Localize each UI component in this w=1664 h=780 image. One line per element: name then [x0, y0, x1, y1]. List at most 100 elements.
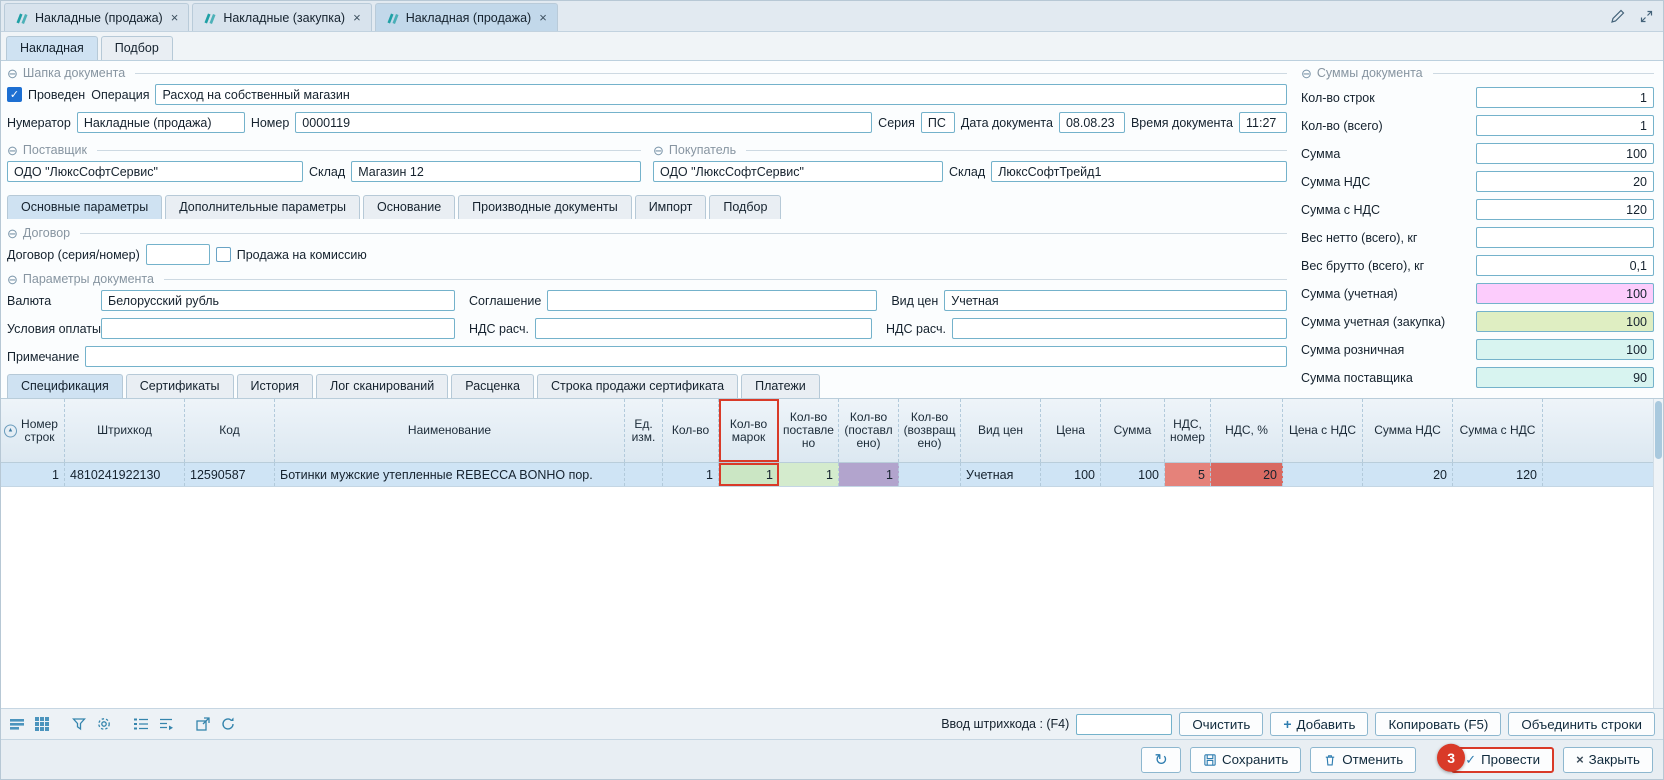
- numbered-list-icon[interactable]: [132, 715, 150, 733]
- col-header-marks-qty[interactable]: Кол-во марок: [719, 399, 779, 462]
- cell-delivered-qty-2[interactable]: 1: [839, 463, 899, 486]
- window-tab-sales-invoices[interactable]: Накладные (продажа) ×: [4, 3, 189, 31]
- currency-input[interactable]: Белорусский рубль: [101, 290, 455, 311]
- buyer-warehouse-input[interactable]: ЛюксСофтТрейд1: [991, 161, 1287, 182]
- cell-sum[interactable]: 100: [1101, 463, 1165, 486]
- col-header-unit[interactable]: Ед. изм.: [625, 399, 663, 462]
- close-tab-icon[interactable]: ×: [539, 10, 547, 25]
- window-tab-purchase-invoices[interactable]: Накладные (закупка) ×: [192, 3, 371, 31]
- contract-number-input[interactable]: [146, 244, 210, 265]
- tab-invoice[interactable]: Накладная: [6, 36, 98, 60]
- col-header-delivered-qty-2[interactable]: Кол-во (поставлено): [839, 399, 899, 462]
- float-window-icon[interactable]: [1637, 7, 1655, 25]
- cell-vat-number[interactable]: 5: [1165, 463, 1211, 486]
- post-button[interactable]: 3 ✓ Провести: [1451, 747, 1554, 773]
- price-type-input[interactable]: Учетная: [944, 290, 1287, 311]
- cell-price-type[interactable]: Учетная: [961, 463, 1041, 486]
- col-header-code[interactable]: Код: [185, 399, 275, 462]
- sum-supplier[interactable]: 90: [1476, 367, 1654, 388]
- open-external-icon[interactable]: [194, 715, 212, 733]
- col-header-sum[interactable]: Сумма: [1101, 399, 1165, 462]
- col-header-sum-with-vat[interactable]: Сумма с НДС: [1453, 399, 1543, 462]
- cell-barcode[interactable]: 4810241922130: [65, 463, 185, 486]
- cell-vat-percent[interactable]: 20: [1211, 463, 1283, 486]
- supplier-name-input[interactable]: ОДО "ЛюксСофтСервис": [7, 161, 303, 182]
- cell-qty[interactable]: 1: [663, 463, 719, 486]
- tab-payments[interactable]: Платежи: [741, 374, 820, 398]
- clear-button[interactable]: Очистить: [1179, 712, 1263, 736]
- gross-weight[interactable]: 0,1: [1476, 255, 1654, 276]
- tab-basis[interactable]: Основание: [363, 195, 455, 219]
- col-header-delivered-qty[interactable]: Кол-во поставлено: [779, 399, 839, 462]
- collapse-group-icon[interactable]: ⊖: [7, 227, 18, 240]
- merge-rows-button[interactable]: Объединить строки: [1508, 712, 1655, 736]
- collapse-group-icon[interactable]: ⊖: [1301, 67, 1312, 80]
- list-collapse-icon[interactable]: [157, 715, 175, 733]
- table-scrollbar[interactable]: [1653, 399, 1663, 708]
- posted-checkbox[interactable]: ✓: [7, 87, 22, 102]
- cell-row-number[interactable]: 1: [1, 463, 65, 486]
- col-header-returned-qty[interactable]: Кол-во (возвращено): [899, 399, 961, 462]
- tab-additional-parameters[interactable]: Дополнительные параметры: [165, 195, 360, 219]
- vat-calc-input-1[interactable]: [535, 318, 872, 339]
- tab-history[interactable]: История: [237, 374, 313, 398]
- cell-returned-qty[interactable]: [899, 463, 961, 486]
- tab-certificate-sale-line[interactable]: Строка продажи сертификата: [537, 374, 738, 398]
- save-button[interactable]: Сохранить: [1190, 747, 1301, 773]
- col-header-price-type[interactable]: Вид цен: [961, 399, 1041, 462]
- edit-icon[interactable]: [1609, 7, 1627, 25]
- add-row-button[interactable]: +Добавить: [1270, 712, 1368, 736]
- collapse-group-icon[interactable]: ⊖: [7, 67, 18, 80]
- col-header-vat-number[interactable]: НДС, номер: [1165, 399, 1211, 462]
- tab-selection2[interactable]: Подбор: [709, 195, 781, 219]
- col-header-qty[interactable]: Кол-во: [663, 399, 719, 462]
- tab-derived-documents[interactable]: Производные документы: [458, 195, 632, 219]
- close-tab-icon[interactable]: ×: [353, 10, 361, 25]
- cell-marks-qty[interactable]: 1: [719, 463, 779, 486]
- view-list-icon[interactable]: [8, 715, 26, 733]
- net-weight[interactable]: [1476, 227, 1654, 248]
- tab-import[interactable]: Импорт: [635, 195, 707, 219]
- refresh-button[interactable]: ↻: [1141, 747, 1181, 773]
- col-header-price[interactable]: Цена: [1041, 399, 1101, 462]
- cell-price[interactable]: 100: [1041, 463, 1101, 486]
- reload-rows-icon[interactable]: [219, 715, 237, 733]
- cell-sum-with-vat[interactable]: 120: [1453, 463, 1543, 486]
- tab-pricing[interactable]: Расценка: [451, 374, 534, 398]
- operation-input[interactable]: Расход на собственный магазин: [155, 84, 1287, 105]
- payment-terms-input[interactable]: [101, 318, 455, 339]
- sort-asc-icon[interactable]: ▲: [4, 424, 17, 437]
- cell-unit[interactable]: [625, 463, 663, 486]
- scrollbar-thumb[interactable]: [1655, 401, 1662, 459]
- copy-row-button[interactable]: Копировать (F5): [1375, 712, 1501, 736]
- filter-icon[interactable]: [70, 715, 88, 733]
- cancel-button[interactable]: Отменить: [1310, 747, 1416, 773]
- col-header-price-with-vat[interactable]: Цена с НДС: [1283, 399, 1363, 462]
- sum-amount[interactable]: 100: [1476, 143, 1654, 164]
- cell-name[interactable]: Ботинки мужские утепленные REBECCA BONHO…: [275, 463, 625, 486]
- table-row[interactable]: 1 4810241922130 12590587 Ботинки мужские…: [1, 463, 1663, 487]
- collapse-group-icon[interactable]: ⊖: [7, 273, 18, 286]
- tab-selection[interactable]: Подбор: [101, 36, 173, 60]
- sum-with-vat[interactable]: 120: [1476, 199, 1654, 220]
- numerator-select[interactable]: Накладные (продажа): [77, 112, 245, 133]
- cell-delivered-qty[interactable]: 1: [779, 463, 839, 486]
- collapse-group-icon[interactable]: ⊖: [7, 144, 18, 157]
- sum-accounting[interactable]: 100: [1476, 283, 1654, 304]
- cell-price-with-vat[interactable]: [1283, 463, 1363, 486]
- time-input[interactable]: 11:27: [1239, 112, 1287, 133]
- settings-gear-icon[interactable]: [95, 715, 113, 733]
- collapse-group-icon[interactable]: ⊖: [653, 144, 664, 157]
- date-input[interactable]: 08.08.23: [1059, 112, 1125, 133]
- cell-code[interactable]: 12590587: [185, 463, 275, 486]
- col-header-vat-sum[interactable]: Сумма НДС: [1363, 399, 1453, 462]
- tab-scan-log[interactable]: Лог сканирований: [316, 374, 448, 398]
- col-header-vat-percent[interactable]: НДС, %: [1211, 399, 1283, 462]
- col-header-barcode[interactable]: Штрихкод: [65, 399, 185, 462]
- cell-vat-sum[interactable]: 20: [1363, 463, 1453, 486]
- barcode-input[interactable]: [1076, 714, 1172, 735]
- sum-lines-count[interactable]: 1: [1476, 87, 1654, 108]
- sum-total-qty[interactable]: 1: [1476, 115, 1654, 136]
- col-header-row-number[interactable]: ▲ Номер строк: [1, 399, 65, 462]
- sum-vat[interactable]: 20: [1476, 171, 1654, 192]
